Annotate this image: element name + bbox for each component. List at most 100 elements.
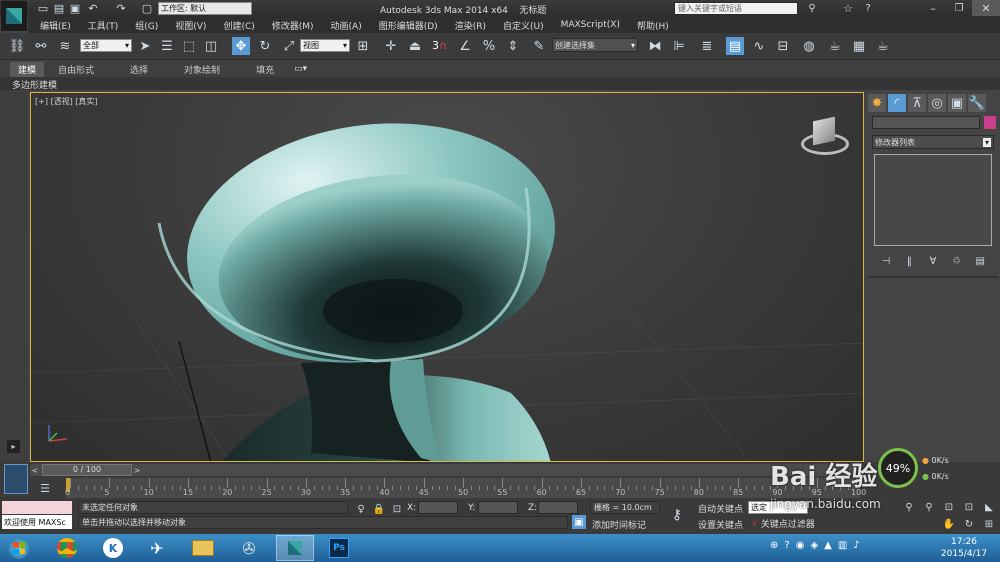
lock-selection-icon[interactable]: 🔒 (370, 500, 388, 518)
menu-item-views[interactable]: 视图(V) (175, 19, 206, 32)
keyboard-shortcut-override-icon[interactable]: ⏏ (406, 37, 424, 55)
modifier-list-dropdown[interactable]: 修改器列表 ▾ (872, 135, 994, 149)
project-icon[interactable]: ▢ (140, 0, 154, 16)
maximize-viewport-icon[interactable]: ⊞ (982, 517, 996, 531)
material-editor-icon[interactable]: ◍ (800, 37, 818, 55)
favorites-star-icon[interactable]: ☆ (840, 0, 856, 16)
tray-icon-4[interactable]: ◈ (810, 540, 818, 551)
set-key-button[interactable]: 设置关键点 (698, 518, 743, 531)
orbit-icon[interactable]: ↻ (962, 517, 976, 531)
reference-coordinate-dropdown[interactable]: 视图 ▾ (300, 39, 350, 52)
menu-item-animation[interactable]: 动画(A) (331, 19, 362, 32)
named-selection-sets-dropdown[interactable]: 创建选择集 ▾ (552, 38, 638, 52)
binoculars-icon[interactable]: ⚲ (804, 0, 820, 16)
ribbon-tab-modeling[interactable]: 建模 (10, 61, 45, 77)
ribbon-tab-freeform[interactable]: 自由形式 (58, 63, 94, 76)
render-production-icon[interactable]: ☕ (874, 37, 892, 55)
menu-item-help[interactable]: 帮助(H) (637, 19, 669, 32)
time-slider-prev[interactable]: < (30, 464, 40, 476)
isolate-selection-icon[interactable]: ♀ (352, 500, 370, 518)
x-coordinate-field[interactable] (418, 501, 458, 514)
trackbar-toggle-icon[interactable]: ☰ (36, 479, 54, 497)
pin-stack-icon[interactable]: ⊣ (877, 252, 895, 270)
remove-modifier-icon[interactable]: ♲ (948, 252, 966, 270)
percent-snap-icon[interactable]: % (480, 37, 498, 55)
link-icon[interactable]: ⛓ (8, 37, 26, 55)
auto-key-button[interactable]: 自动关键点 (698, 502, 743, 515)
help-icon[interactable]: ? (860, 0, 876, 16)
add-time-tag-label[interactable]: 添加时间标记 (592, 518, 646, 531)
modifier-stack[interactable] (874, 154, 992, 246)
unlink-icon[interactable]: ⚯ (32, 37, 50, 55)
tray-volume-icon[interactable]: ♪ (853, 540, 859, 551)
object-name-field[interactable] (872, 116, 980, 129)
motion-tab-icon[interactable]: ◎ (928, 94, 946, 112)
window-crossing-icon[interactable]: ◫ (202, 37, 220, 55)
fov-icon[interactable]: ◣ (982, 500, 996, 514)
utilities-tab-icon[interactable]: 🔧 (968, 94, 986, 112)
layer-manager-icon[interactable]: ≣ (698, 37, 716, 55)
explorer-taskbar-icon[interactable] (186, 536, 220, 560)
select-rotate-icon[interactable]: ↻ (256, 37, 274, 55)
rendered-frame-icon[interactable]: ▦ (850, 37, 868, 55)
absolute-mode-icon[interactable]: ⊡ (388, 500, 406, 518)
select-object-icon[interactable]: ➤ (136, 37, 154, 55)
viewcube[interactable] (799, 116, 851, 161)
spinner-snap-icon[interactable]: ⇕ (504, 37, 522, 55)
show-end-result-icon[interactable]: ‖ (900, 252, 918, 270)
maxscript-listener-top[interactable] (2, 501, 72, 514)
3dsmax-taskbar-icon[interactable] (276, 535, 314, 561)
ribbon-tab-populate[interactable]: 填充 (256, 63, 274, 76)
tray-icon-1[interactable]: ⊕ (770, 540, 778, 551)
open-file-icon[interactable]: ▤ (52, 0, 66, 16)
y-coordinate-field[interactable] (478, 501, 518, 514)
menu-item-modifiers[interactable]: 修改器(M) (272, 19, 314, 32)
menu-item-tools[interactable]: 工具(T) (88, 19, 119, 32)
select-move-icon[interactable]: ✥ (232, 37, 250, 55)
close-icon[interactable]: ✕ (972, 0, 1000, 16)
object-color-swatch[interactable] (984, 116, 996, 129)
app-logo-button[interactable] (1, 1, 27, 31)
menu-item-group[interactable]: 组(G) (135, 19, 158, 32)
ribbon-options-icon[interactable]: ▭▾ (294, 64, 307, 74)
time-slider-track[interactable]: < 0 / 100 > (30, 464, 860, 476)
z-coordinate-field[interactable] (538, 501, 578, 514)
tray-icon-5[interactable]: ▲ (824, 540, 832, 551)
restore-icon[interactable]: ❐ (946, 0, 972, 16)
minimize-icon[interactable]: – (920, 0, 946, 16)
selection-filter-dropdown[interactable]: 全部 ▾ (80, 39, 132, 52)
configure-sets-icon[interactable]: ▤ (971, 252, 989, 270)
k-app-taskbar-icon[interactable]: K (96, 536, 130, 560)
chrome-taskbar-icon[interactable] (50, 536, 84, 560)
mini-listener-icon[interactable] (4, 464, 28, 494)
menu-item-rendering[interactable]: 渲染(R) (455, 19, 486, 32)
align-icon[interactable]: ⊫ (670, 37, 688, 55)
viewport-perspective[interactable]: [+] [透视] [真实] (30, 92, 864, 462)
mirror-icon[interactable]: ⧓ (646, 37, 664, 55)
time-slider-next[interactable]: > (132, 464, 142, 476)
time-tag-icon[interactable]: ▣ (572, 515, 586, 529)
save-file-icon[interactable]: ▣ (68, 0, 82, 16)
edit-named-selection-icon[interactable]: ✎ (530, 37, 548, 55)
menu-item-customize[interactable]: 自定义(U) (503, 19, 544, 32)
hierarchy-tab-icon[interactable]: ⊼ (908, 94, 926, 112)
manipulate-icon[interactable]: ✛ (382, 37, 400, 55)
menu-item-maxscript[interactable]: MAXScript(X) (561, 20, 620, 30)
create-tab-icon[interactable]: ✸ (868, 94, 886, 112)
workspace-dropdown[interactable]: 工作区: 默认 (158, 2, 252, 15)
tray-network-icon[interactable]: ▥ (838, 540, 847, 551)
media-taskbar-icon[interactable]: ✇ (232, 536, 266, 560)
display-tab-icon[interactable]: ▣ (948, 94, 966, 112)
maxscript-listener-bottom[interactable]: 欢迎使用 MAXSc (2, 515, 72, 529)
new-file-icon[interactable]: ▭ (36, 0, 50, 16)
graphite-ribbon-icon[interactable]: ▤ (726, 37, 744, 55)
start-button[interactable] (4, 536, 34, 560)
zoom-extents-all-icon[interactable]: ⊡ (962, 500, 976, 514)
snaps-toggle[interactable]: 3∩ (432, 39, 447, 52)
modify-tab-icon[interactable]: ◜ (888, 94, 906, 112)
angle-snap-icon[interactable]: ∠ (456, 37, 474, 55)
help-search-input[interactable]: 键入关键字或短语 (674, 2, 798, 15)
key-icon[interactable]: ⚷ (668, 506, 686, 524)
photoshop-taskbar-icon[interactable]: Ps (322, 535, 356, 561)
time-slider-thumb[interactable]: 0 / 100 (42, 464, 132, 476)
